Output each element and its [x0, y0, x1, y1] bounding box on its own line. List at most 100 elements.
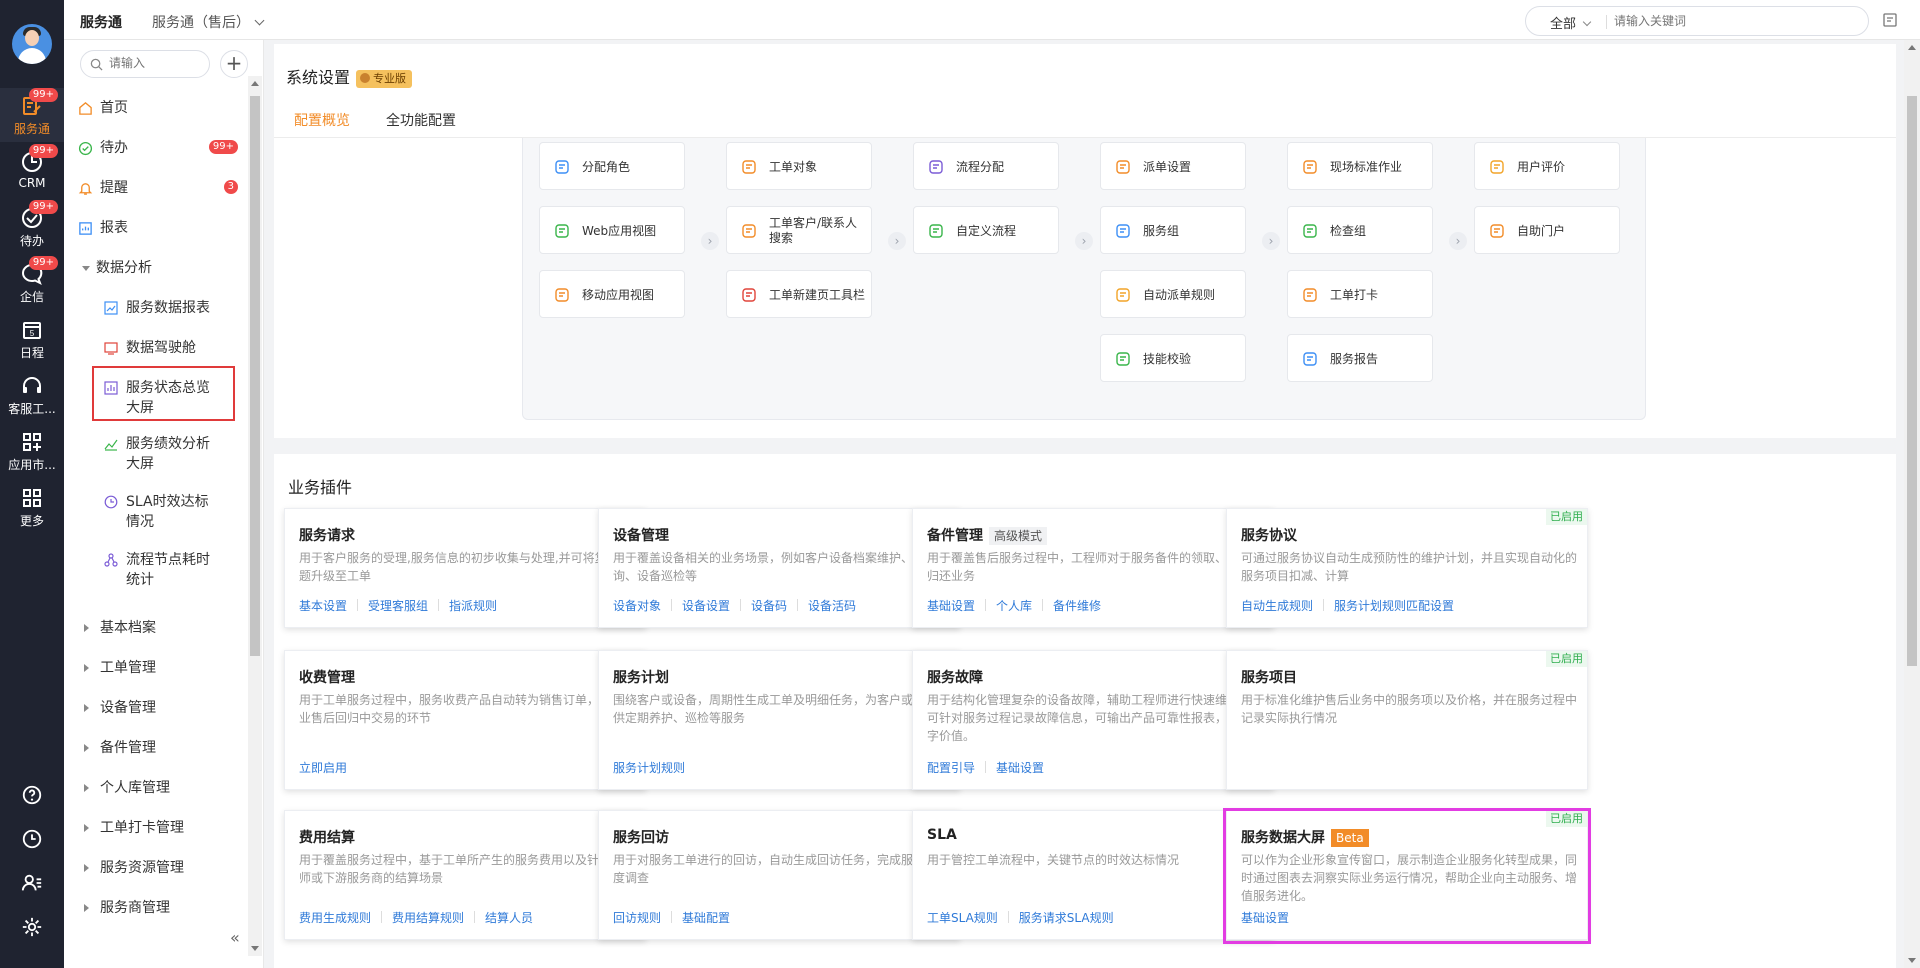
rail-badge: 99+	[28, 88, 58, 102]
sidebar-subitem-label: 大屏	[126, 456, 154, 472]
scroll-down-icon[interactable]	[251, 946, 259, 951]
flow-item[interactable]: 工单打卡	[1287, 270, 1433, 318]
plugin-title-text: 收费管理	[299, 670, 355, 686]
rail-item-app-market[interactable]: 应用市...	[0, 424, 64, 478]
rail-item-service[interactable]: 服务通 99+	[0, 88, 64, 142]
flow-column: 工单对象工单客户/联系人搜索 工单新建页工具栏	[710, 138, 888, 418]
scroll-up-icon[interactable]	[251, 81, 259, 86]
flow-item[interactable]: Web应用视图	[539, 206, 685, 254]
flow-item[interactable]: 分配角色	[539, 142, 685, 190]
flow-item[interactable]: 派单设置	[1100, 142, 1246, 190]
plugin-link[interactable]: 基础设置	[927, 599, 975, 613]
flow-item[interactable]: 流程分配	[913, 142, 1059, 190]
tab-overview[interactable]: 配置概览	[294, 110, 350, 140]
sidebar-group-ticket-checkin[interactable]: 工单打卡管理	[64, 808, 246, 848]
sidebar-group-ticket[interactable]: 工单管理	[64, 648, 246, 688]
sidebar-group-basic-archive[interactable]: 基本档案	[64, 608, 246, 648]
plugin-link[interactable]: 回访规则	[613, 911, 661, 925]
flow-item[interactable]: 用户评价	[1474, 142, 1620, 190]
plugin-link[interactable]: 基础配置	[682, 911, 730, 925]
plugin-link[interactable]: 服务计划规则匹配设置	[1334, 599, 1454, 613]
flow-item[interactable]: 自助门户	[1474, 206, 1620, 254]
help-button[interactable]	[0, 776, 64, 816]
sidebar-subitem-performance-screen[interactable]: 服务绩效分析 大屏	[64, 434, 246, 474]
scrollbar-thumb[interactable]	[1907, 96, 1917, 666]
flow-item[interactable]: 技能校验	[1100, 334, 1246, 382]
plugin-link[interactable]: 费用生成规则	[299, 911, 371, 925]
link-separator	[1323, 599, 1325, 611]
plugin-link[interactable]: 设备码	[751, 599, 787, 613]
plugin-link[interactable]: 设备活码	[808, 599, 856, 613]
flow-item[interactable]: 服务报告	[1287, 334, 1433, 382]
scroll-up-icon[interactable]	[1908, 45, 1916, 50]
rail-item-more[interactable]: 更多	[0, 480, 64, 534]
flow-item[interactable]: 工单对象	[726, 142, 872, 190]
search-scope-select[interactable]: 全部	[1550, 13, 1592, 32]
sidebar-item-reminder[interactable]: 提醒 3	[64, 168, 246, 208]
plugin-link[interactable]: 指派规则	[449, 599, 497, 613]
add-button[interactable]: +	[220, 50, 248, 78]
plugin-title-text: SLA	[927, 827, 957, 843]
plugin-link[interactable]: 服务请求SLA规则	[1019, 911, 1114, 925]
sidebar-search-input[interactable]	[109, 56, 201, 70]
global-search-input[interactable]	[1614, 11, 1854, 31]
plugin-link[interactable]: 基本设置	[299, 599, 347, 613]
collapse-sidebar-button[interactable]: «	[230, 928, 240, 947]
flow-item[interactable]: 自动派单规则	[1100, 270, 1246, 318]
flow-item[interactable]: 检查组	[1287, 206, 1433, 254]
rail-item-chat[interactable]: 企信 99+	[0, 256, 64, 310]
plugin-link[interactable]: 个人库	[996, 599, 1032, 613]
sidebar-group-data-analysis[interactable]: 数据分析	[64, 248, 246, 288]
settings-button[interactable]	[0, 908, 64, 948]
sidebar-group-device[interactable]: 设备管理	[64, 688, 246, 728]
plugin-link[interactable]: 设备对象	[613, 599, 661, 613]
plugin-link[interactable]: 费用结算规则	[392, 911, 464, 925]
sidebar-group-provider[interactable]: 服务商管理	[64, 888, 246, 928]
flow-item[interactable]: 现场标准作业	[1287, 142, 1433, 190]
sidebar-item-todo[interactable]: 待办 99+	[64, 128, 246, 168]
tab-full-config[interactable]: 全功能配置	[386, 110, 456, 138]
rail-item-customer-service[interactable]: 客服工...	[0, 368, 64, 422]
sidebar-scrollbar[interactable]	[248, 76, 262, 956]
flow-item[interactable]: 服务组	[1100, 206, 1246, 254]
sidebar-subitem-service-report[interactable]: 服务数据报表	[64, 298, 246, 318]
sidebar-item-home[interactable]: 首页	[64, 88, 246, 128]
sidebar-subitem-data-cockpit[interactable]: 数据驾驶舱	[64, 338, 246, 358]
highlight-box-red	[92, 366, 235, 421]
plugin-link[interactable]: 受理客服组	[368, 599, 428, 613]
plugin-status-badge: 已启用	[1546, 651, 1587, 667]
plugin-card: 已启用服务故障用于结构化管理复杂的设备故障，辅助工程师进行快速维修，并可针对服务…	[912, 650, 1274, 790]
calendar-day: 5	[30, 329, 35, 338]
flow-item[interactable]: 工单新建页工具栏	[726, 270, 872, 318]
message-icon[interactable]	[1882, 12, 1898, 28]
scrollbar-thumb[interactable]	[250, 96, 260, 656]
rail-item-crm[interactable]: CRM 99+	[0, 144, 64, 198]
sidebar-group-spare-parts[interactable]: 备件管理	[64, 728, 246, 768]
sidebar-group-service-resource[interactable]: 服务资源管理	[64, 848, 246, 888]
app-selector[interactable]: 服务通（售后）	[152, 12, 265, 32]
plugin-link[interactable]: 结算人员	[485, 911, 533, 925]
plugin-link[interactable]: 基础设置	[996, 761, 1044, 775]
plugin-link[interactable]: 服务计划规则	[613, 761, 685, 775]
sidebar-subitem-label: 服务绩效分析	[126, 436, 210, 452]
flow-item[interactable]: 工单客户/联系人搜索	[726, 206, 872, 254]
user-avatar[interactable]	[12, 24, 52, 64]
sidebar-subitem-flow-node[interactable]: 流程节点耗时 统计	[64, 550, 246, 590]
sidebar-subitem-sla[interactable]: SLA时效达标 情况	[64, 492, 246, 532]
flow-item[interactable]: 移动应用视图	[539, 270, 685, 318]
plugin-link[interactable]: 立即启用	[299, 761, 347, 775]
main-scrollbar[interactable]	[1904, 40, 1920, 968]
plugin-link[interactable]: 备件维修	[1053, 599, 1101, 613]
contacts-button[interactable]	[0, 864, 64, 904]
rail-item-todo[interactable]: 待办 99+	[0, 200, 64, 254]
plugin-link[interactable]: 设备设置	[682, 599, 730, 613]
plugin-link[interactable]: 工单SLA规则	[927, 911, 998, 925]
flow-item[interactable]: 自定义流程	[913, 206, 1059, 254]
plugin-link[interactable]: 自动生成规则	[1241, 599, 1313, 613]
sidebar-item-report[interactable]: 报表	[64, 208, 246, 248]
history-button[interactable]	[0, 820, 64, 860]
scroll-down-icon[interactable]	[1908, 958, 1916, 963]
sidebar-group-personal-stock[interactable]: 个人库管理	[64, 768, 246, 808]
rail-item-calendar[interactable]: 5 日程	[0, 312, 64, 366]
plugin-link[interactable]: 配置引导	[927, 761, 975, 775]
